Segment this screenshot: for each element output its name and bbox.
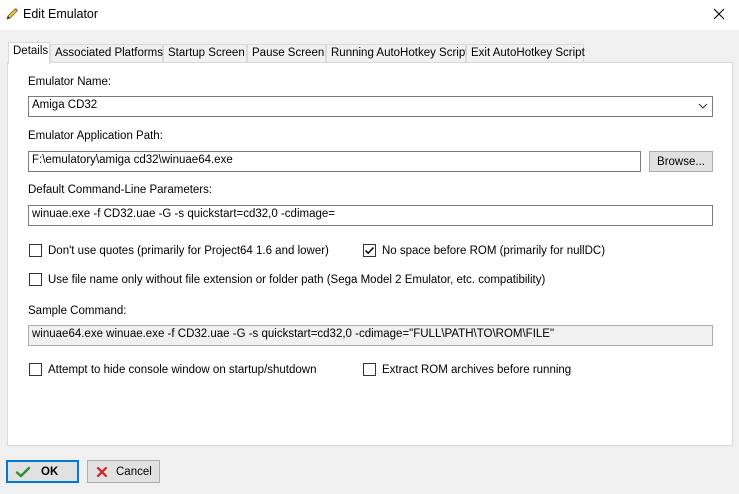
cmdline-input[interactable]: winuae.exe -f CD32.uae -G -s quickstart=… (28, 205, 713, 226)
ok-button[interactable]: OK (6, 460, 79, 483)
browse-button[interactable]: Browse... (649, 151, 713, 172)
cancel-label: Cancel (116, 465, 152, 478)
check-icon (364, 246, 375, 255)
app-path-label: Emulator Application Path: (28, 130, 163, 142)
extract-rom-checkbox-box[interactable] (363, 363, 376, 376)
filename-only-label: Use file name only without file extensio… (48, 273, 546, 286)
tab-details[interactable]: Details (8, 42, 50, 64)
ok-label: OK (41, 465, 59, 478)
tab-startup-screen[interactable]: Startup Screen (163, 44, 247, 63)
hide-console-label: Attempt to hide console window on startu… (48, 363, 317, 376)
tab-running-autohotkey-script[interactable]: Running AutoHotkey Script (326, 44, 468, 63)
filename-only-checkbox[interactable]: Use file name only without file extensio… (29, 273, 545, 286)
close-button[interactable] (699, 0, 739, 30)
tab-associated-platforms[interactable]: Associated Platforms (50, 44, 163, 63)
extract-rom-checkbox[interactable]: Extract ROM archives before running (363, 363, 571, 376)
close-icon (713, 8, 725, 23)
sample-command-label: Sample Command: (28, 305, 127, 317)
details-panel: Emulator Name: Amiga CD32 Emulator Appli… (7, 62, 733, 446)
no-quotes-label: Don't use quotes (primarily for Project6… (48, 244, 329, 257)
title-bar: Edit Emulator (0, 0, 739, 30)
no-space-checkbox[interactable]: No space before ROM (primarily for nullD… (363, 244, 605, 257)
no-space-checkbox-box[interactable] (363, 244, 376, 257)
check-icon (15, 464, 31, 480)
hide-console-checkbox-box[interactable] (29, 363, 42, 376)
tab-exit-autohotkey-script[interactable]: Exit AutoHotkey Script (466, 44, 585, 63)
window-title: Edit Emulator (23, 7, 99, 21)
no-space-label: No space before ROM (primarily for nullD… (382, 244, 606, 257)
app-path-input[interactable]: F:\emulatory\amiga cd32\winuae64.exe (28, 151, 641, 172)
filename-only-checkbox-box[interactable] (29, 273, 42, 286)
emulator-name-label: Emulator Name: (28, 76, 112, 88)
cmdline-label: Default Command-Line Parameters: (28, 184, 213, 196)
no-quotes-checkbox-box[interactable] (29, 244, 42, 257)
no-quotes-checkbox[interactable]: Don't use quotes (primarily for Project6… (29, 244, 329, 257)
chevron-down-icon (698, 101, 708, 111)
sample-command-field[interactable]: winuae64.exe winuae.exe -f CD32.uae -G -… (28, 325, 713, 346)
hide-console-checkbox[interactable]: Attempt to hide console window on startu… (29, 363, 317, 376)
cancel-x-icon (94, 464, 110, 480)
emulator-name-value: Amiga CD32 (32, 99, 98, 111)
extract-rom-label: Extract ROM archives before running (382, 363, 572, 376)
emulator-name-combo[interactable]: Amiga CD32 (28, 96, 713, 117)
pencil-icon (4, 6, 20, 22)
cancel-button[interactable]: Cancel (87, 460, 160, 483)
tab-pause-screen[interactable]: Pause Screen (247, 44, 326, 63)
